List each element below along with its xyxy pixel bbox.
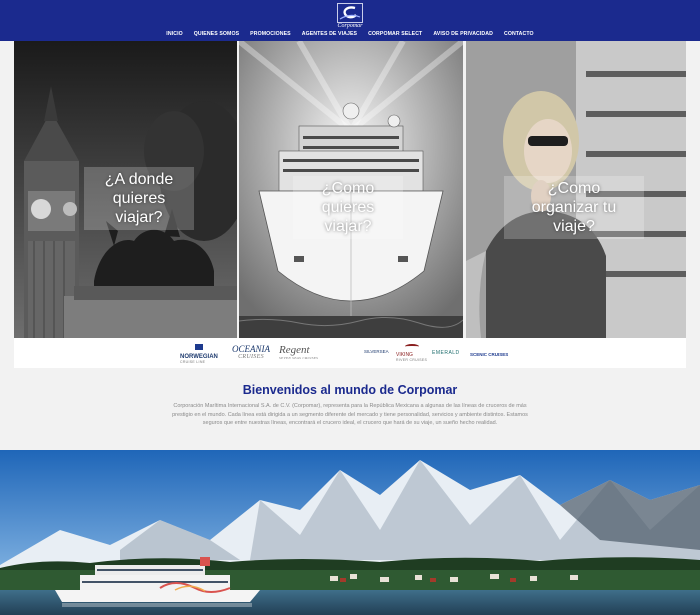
hero-panel-planning[interactable]: ¿Como organizar tu viaje? <box>466 41 686 338</box>
welcome-text: Corporación Marítima Internacional S.A. … <box>172 403 528 426</box>
hero-caption-ships[interactable]: ¿Como quieres viajar? <box>293 176 403 239</box>
nav-quienes-somos[interactable]: QUIENES SOMOS <box>194 31 239 37</box>
silversea-logo[interactable]: SILVERSEA <box>364 346 389 355</box>
norwegian-flag-icon <box>194 344 203 350</box>
regent-sub: SEVEN SEAS CRUISES <box>279 356 319 360</box>
caption-line-1: ¿A donde <box>104 171 174 188</box>
nav-agentes-de-viajes[interactable]: AGENTES DE VIAJES <box>302 31 357 37</box>
oceania-label: OCEANIA <box>232 344 270 354</box>
viking-logo[interactable]: VIKING RIVER CRUISES <box>396 344 427 362</box>
oceania-logo[interactable]: OCEANIA CRUISES <box>232 344 270 360</box>
norwegian-logo[interactable]: NORWEGIAN CRUISE LINE <box>180 344 218 364</box>
caption-line-1: ¿Como <box>547 180 601 197</box>
logo-mark-icon <box>338 4 362 22</box>
hero-panel-ships[interactable]: ¿Como quieres viajar? <box>239 41 463 338</box>
nav-aviso-de-privacidad[interactable]: AVISO DE PRIVACIDAD <box>433 31 493 37</box>
logo-text: Corpomar <box>337 23 363 29</box>
silversea-label: SILVERSEA <box>364 349 389 354</box>
nav-corpomar-select[interactable]: CORPOMAR SELECT <box>368 31 422 37</box>
oceania-sub: CRUISES <box>238 354 264 360</box>
caption-line-2: quieres viajar? <box>321 199 375 235</box>
corpomar-logo[interactable] <box>337 3 363 23</box>
hero-panel-destinations[interactable]: ¿A donde quieres viajar? <box>14 41 237 338</box>
nav-promociones[interactable]: PROMOCIONES <box>250 31 291 37</box>
nav-inicio[interactable]: INICIO <box>166 31 182 37</box>
regent-label: Regent <box>279 344 310 356</box>
main-nav: INICIO QUIENES SOMOS PROMOCIONES AGENTES… <box>0 31 700 37</box>
alaska-banner-photo <box>0 450 700 615</box>
hero-caption-planning[interactable]: ¿Como organizar tu viaje? <box>504 176 644 239</box>
scenic-label: SCENIC CRUISES <box>470 352 509 357</box>
welcome-title: Bienvenidos al mundo de Corpomar <box>242 383 458 397</box>
cruise-lines-strip: NORWEGIAN CRUISE LINE OCEANIA CRUISES Re… <box>14 338 686 368</box>
caption-line-2: quieres viajar? <box>112 190 166 226</box>
emerald-logo[interactable]: EMERALD <box>432 347 460 356</box>
site-header: Corpomar INICIO QUIENES SOMOS PROMOCIONE… <box>0 0 700 41</box>
viking-ship-icon <box>404 344 419 349</box>
emerald-label: EMERALD <box>432 350 460 356</box>
norwegian-sub: CRUISE LINE <box>180 360 206 364</box>
nav-contacto[interactable]: CONTACTO <box>504 31 534 37</box>
caption-line-1: ¿Como <box>321 180 375 197</box>
caption-line-2: organizar tu viaje? <box>531 199 617 235</box>
scenic-logo[interactable]: SCENIC CRUISES <box>470 349 508 358</box>
regent-logo[interactable]: Regent SEVEN SEAS CRUISES <box>279 344 318 360</box>
viking-sub: RIVER CRUISES <box>396 358 428 362</box>
mountains-cruise-image <box>0 450 700 615</box>
hero-caption-destinations[interactable]: ¿A donde quieres viajar? <box>84 167 194 230</box>
